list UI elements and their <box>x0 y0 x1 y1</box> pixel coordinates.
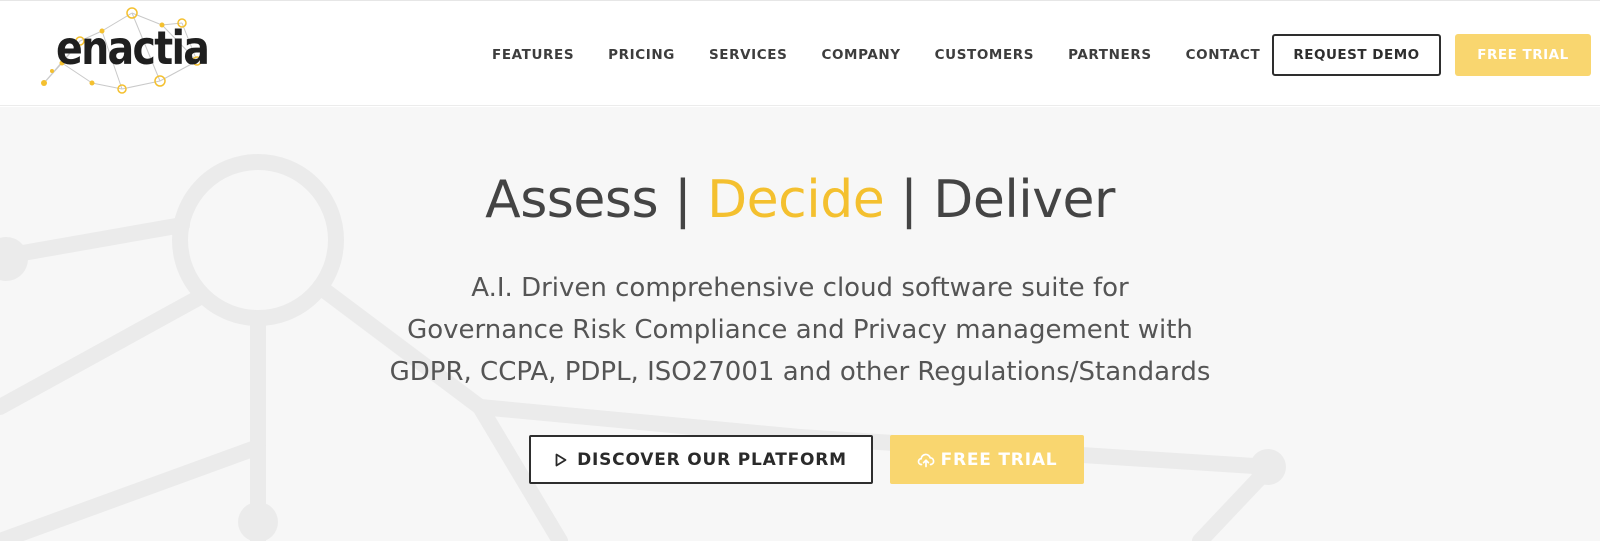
subtitle-line-3: GDPR, CCPA, PDPL, ISO27001 and other Reg… <box>389 357 1211 387</box>
nav-contact[interactable]: CONTACT <box>1186 47 1261 63</box>
nav-customers[interactable]: CUSTOMERS <box>935 47 1034 63</box>
site-header: enactia FEATURES PRICING SERVICES COMPAN… <box>0 0 1600 106</box>
subtitle-line-1: A.I. Driven comprehensive cloud software… <box>471 273 1129 303</box>
headline-part-deliver: | Deliver <box>884 170 1115 230</box>
hero-section: Assess | Decide | Deliver A.I. Driven co… <box>0 107 1600 541</box>
enactia-logo[interactable]: enactia <box>32 3 210 99</box>
discover-platform-button[interactable]: DISCOVER OUR PLATFORM <box>529 435 873 484</box>
nav-pricing[interactable]: PRICING <box>608 47 675 63</box>
nav-services[interactable]: SERVICES <box>709 47 787 63</box>
headline-accent-decide: Decide <box>707 170 885 230</box>
hero-free-trial-label: FREE TRIAL <box>940 449 1058 470</box>
nav-features[interactable]: FEATURES <box>492 47 574 63</box>
nav-company[interactable]: COMPANY <box>821 47 900 63</box>
hero-free-trial-button[interactable]: FREE TRIAL <box>890 435 1084 484</box>
discover-platform-label: DISCOVER OUR PLATFORM <box>577 449 847 470</box>
nav-partners[interactable]: PARTNERS <box>1068 47 1152 63</box>
logo-wordmark: enactia <box>56 21 210 75</box>
request-demo-button[interactable]: REQUEST DEMO <box>1272 34 1441 76</box>
play-icon <box>555 453 567 467</box>
hero-headline: Assess | Decide | Deliver <box>0 170 1600 230</box>
hero-subtitle: A.I. Driven comprehensive cloud software… <box>300 267 1300 393</box>
cloud-upload-icon <box>917 452 935 468</box>
main-nav: FEATURES PRICING SERVICES COMPANY CUSTOM… <box>492 41 1294 69</box>
header-free-trial-button[interactable]: FREE TRIAL <box>1455 34 1591 76</box>
headline-part-assess: Assess | <box>485 170 708 230</box>
subtitle-line-2: Governance Risk Compliance and Privacy m… <box>407 315 1193 345</box>
